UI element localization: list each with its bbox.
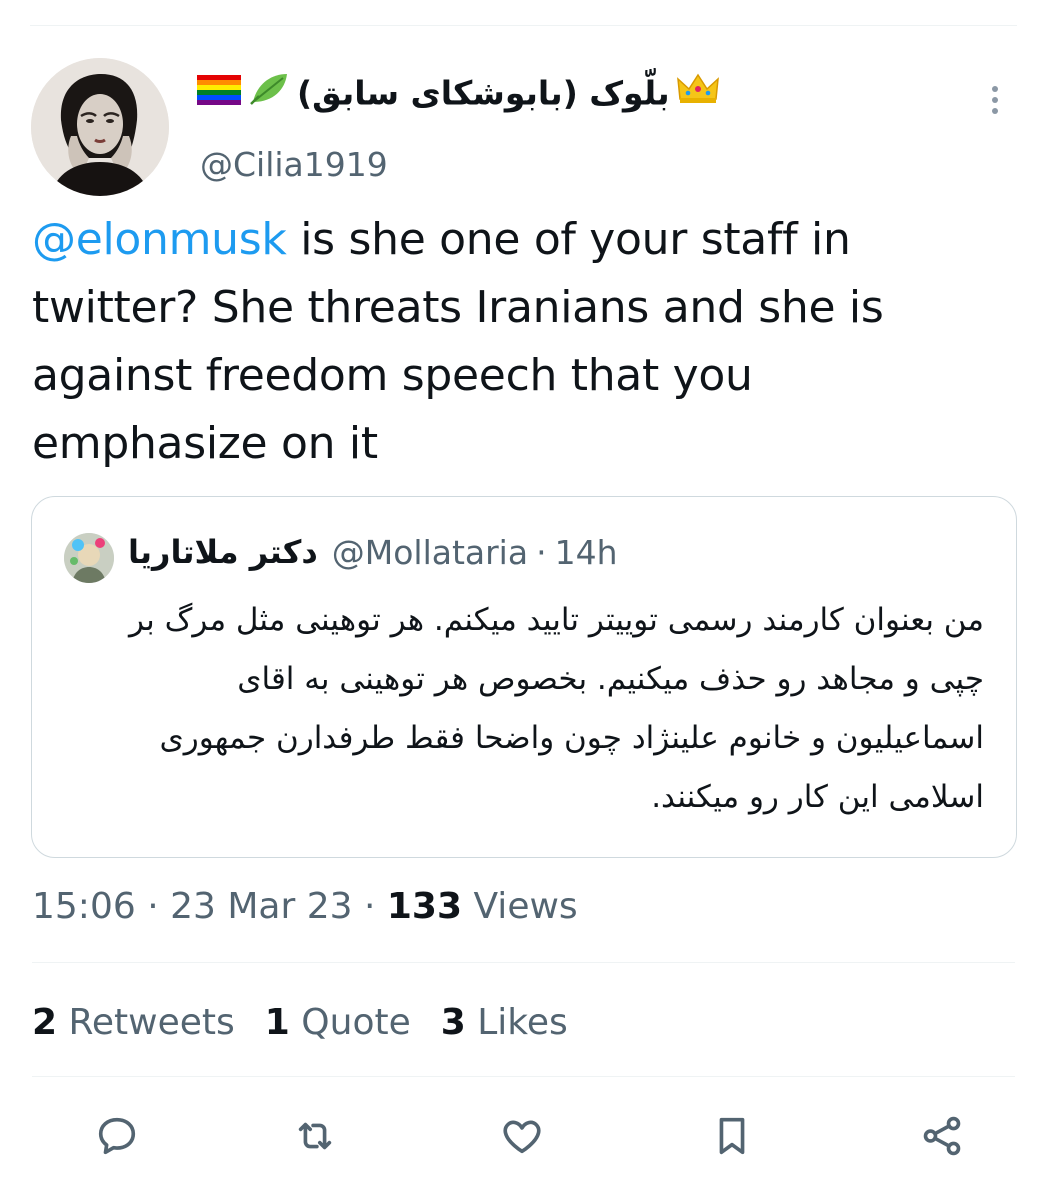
retweets-label: Retweets xyxy=(57,1002,235,1043)
likes-count: 3 xyxy=(440,1002,466,1043)
reply-button[interactable] xyxy=(89,1108,145,1164)
quoted-text: من بعنوان کارمند رسمی توییتر تایید میکنم… xyxy=(129,602,984,815)
quoted-avatar[interactable] xyxy=(64,533,114,583)
quotes-stat[interactable]: 1 Quote xyxy=(265,996,411,1050)
mention-link[interactable]: @elonmusk xyxy=(32,214,287,265)
like-icon xyxy=(503,1120,541,1154)
retweet-icon xyxy=(298,1122,332,1150)
quoted-tweet-card[interactable]: دکتر ملاتاریا @Mollataria · 14h من بعنوا… xyxy=(31,496,1017,858)
quoted-display-name[interactable]: دکتر ملاتاریا xyxy=(128,533,318,571)
quoted-header: دکتر ملاتاریا @Mollataria · 14h xyxy=(128,527,617,577)
crown-icon xyxy=(676,71,720,116)
author-handle[interactable]: @Cilia1919 xyxy=(200,143,388,187)
divider xyxy=(32,962,1015,963)
top-divider xyxy=(30,25,1017,26)
tweet-date[interactable]: 23 Mar 23 xyxy=(170,886,352,927)
bookmark-icon xyxy=(719,1117,745,1155)
quoted-time[interactable]: 14h xyxy=(555,533,618,572)
more-options-icon[interactable] xyxy=(980,78,1010,122)
tweet-text: @elonmusk is she one of your staff in tw… xyxy=(32,206,992,478)
author-avatar[interactable] xyxy=(31,58,169,196)
avatar-image xyxy=(31,58,169,196)
likes-stat[interactable]: 3 Likes xyxy=(441,996,568,1050)
share-icon xyxy=(923,1116,961,1156)
quoted-handle[interactable]: @Mollataria xyxy=(332,533,528,572)
retweets-stat[interactable]: 2 Retweets xyxy=(32,996,235,1050)
retweet-button[interactable] xyxy=(287,1108,343,1164)
quotes-count: 1 xyxy=(264,1002,290,1043)
engagement-stats: 2 Retweets 1 Quote 3 Likes xyxy=(32,996,568,1050)
meta-separator: · xyxy=(352,886,387,927)
divider xyxy=(32,1076,1015,1077)
quotes-label: Quote xyxy=(289,1002,411,1043)
action-bar xyxy=(0,1108,1047,1168)
tweet-time[interactable]: 15:06 xyxy=(32,886,136,927)
reply-icon xyxy=(98,1117,136,1155)
rainbow-flag-icon xyxy=(197,72,241,116)
share-button[interactable] xyxy=(914,1108,970,1164)
bookmark-button[interactable] xyxy=(704,1108,760,1164)
views-count: 133 xyxy=(386,886,463,927)
likes-label: Likes xyxy=(465,1002,568,1043)
quoted-separator: · xyxy=(536,532,547,572)
author-display-name[interactable]: بلّوک (بابوشکای سابق) xyxy=(197,70,720,117)
retweets-count: 2 xyxy=(32,1002,58,1043)
tweet-meta: 15:06 · 23 Mar 23 · 133 Views xyxy=(32,880,578,934)
views-label: Views xyxy=(462,886,578,927)
leaf-icon xyxy=(249,70,289,117)
display-name-text: بلّوک (بابوشکای سابق) xyxy=(297,73,670,113)
like-button[interactable] xyxy=(494,1108,550,1164)
meta-separator: · xyxy=(135,886,171,927)
